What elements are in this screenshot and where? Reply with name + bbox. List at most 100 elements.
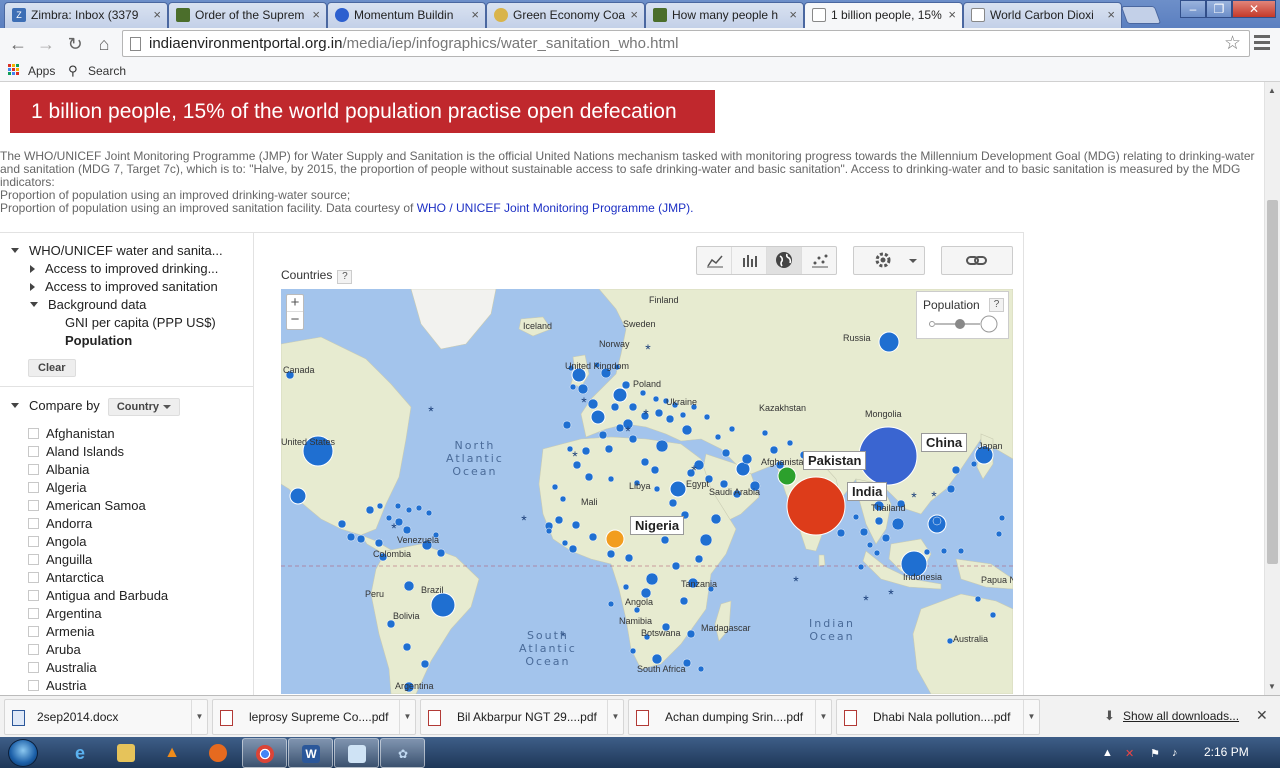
- forward-icon[interactable]: →: [35, 33, 57, 55]
- bookmark-star-icon[interactable]: ☆: [1224, 31, 1241, 56]
- checkbox[interactable]: [28, 590, 39, 601]
- country-bubble[interactable]: [374, 538, 384, 548]
- download-item[interactable]: leprosy Supreme Co....pdf ▼: [212, 699, 416, 735]
- country-bubble[interactable]: [405, 506, 413, 514]
- restore-icon[interactable]: ❐: [1206, 0, 1232, 18]
- checkbox[interactable]: [28, 482, 39, 493]
- country-bubble[interactable]: [651, 653, 663, 665]
- country-bubble[interactable]: [587, 398, 599, 410]
- link-icon[interactable]: [942, 247, 1012, 274]
- country-bubble[interactable]: [590, 409, 606, 425]
- country-bubble[interactable]: [957, 547, 965, 555]
- tree-root[interactable]: WHO/UNICEF water and sanita...: [11, 243, 223, 258]
- country-bubble[interactable]: [714, 433, 722, 441]
- country-bubble[interactable]: [878, 331, 900, 353]
- country-bubble[interactable]: [415, 504, 423, 512]
- country-bubble[interactable]: [932, 516, 942, 526]
- country-bubble[interactable]: [420, 659, 430, 669]
- country-bubble[interactable]: [425, 509, 433, 517]
- country-item[interactable]: American Samoa: [28, 497, 168, 515]
- checkbox[interactable]: [28, 500, 39, 511]
- download-item[interactable]: Bil Akbarpur NGT 29....pdf ▼: [420, 699, 624, 735]
- country-bubble[interactable]: [598, 430, 608, 440]
- no-data-marker[interactable]: *: [428, 403, 434, 419]
- country-bubble[interactable]: [645, 572, 659, 586]
- zoom-out-icon[interactable]: −: [287, 312, 303, 329]
- country-bubble[interactable]: [624, 553, 634, 563]
- tree-item-gni[interactable]: GNI per capita (PPP US$): [65, 315, 216, 330]
- new-tab-button[interactable]: [1120, 6, 1162, 24]
- country-bubble[interactable]: [606, 549, 616, 559]
- no-data-marker[interactable]: *: [391, 520, 397, 536]
- country-bubble[interactable]: [995, 530, 1003, 538]
- checkbox[interactable]: [28, 662, 39, 673]
- country-bubble[interactable]: [588, 532, 598, 542]
- country-bubble[interactable]: [436, 548, 446, 558]
- country-item[interactable]: Andorra: [28, 515, 168, 533]
- tab-how-many-people[interactable]: How many people h ×: [645, 2, 804, 28]
- volume-icon[interactable]: ♪: [1172, 747, 1178, 759]
- country-item[interactable]: Aruba: [28, 641, 168, 659]
- country-bubble[interactable]: [653, 485, 661, 493]
- country-bubble[interactable]: [394, 502, 402, 510]
- network-icon[interactable]: ✕: [1125, 747, 1134, 760]
- no-data-marker[interactable]: *: [521, 512, 527, 528]
- country-bubble[interactable]: [998, 514, 1006, 522]
- country-bubble[interactable]: [622, 583, 630, 591]
- compare-by-dropdown[interactable]: Country: [107, 398, 180, 416]
- bar-chart-icon[interactable]: [732, 247, 767, 274]
- country-bubble[interactable]: [769, 445, 779, 455]
- label-china[interactable]: China: [921, 433, 968, 452]
- close-tab-icon[interactable]: ×: [948, 3, 956, 27]
- help-icon[interactable]: ?: [337, 270, 353, 284]
- tab-green-economy[interactable]: Green Economy Coa ×: [486, 2, 645, 28]
- label-pakistan[interactable]: Pakistan: [803, 451, 867, 470]
- country-bubble[interactable]: [786, 439, 794, 447]
- close-tab-icon[interactable]: ×: [471, 3, 479, 27]
- close-window-icon[interactable]: ✕: [1232, 0, 1276, 18]
- taskbar-app[interactable]: ✿: [380, 738, 425, 768]
- chevron-down-icon[interactable]: ▼: [815, 700, 831, 734]
- country-bubble[interactable]: [697, 665, 705, 673]
- taskbar-vlc[interactable]: ▲: [150, 738, 195, 768]
- country-bubble[interactable]: [403, 580, 415, 592]
- country-bubble[interactable]: [665, 414, 675, 424]
- country-bubble[interactable]: [289, 487, 307, 505]
- country-bubble[interactable]: [569, 383, 577, 391]
- country-item[interactable]: Angola: [28, 533, 168, 551]
- taskbar-notepad[interactable]: [334, 738, 379, 768]
- country-bubble[interactable]: [652, 395, 660, 403]
- country-bubble[interactable]: [629, 647, 637, 655]
- back-icon[interactable]: ←: [7, 33, 29, 55]
- country-bubble[interactable]: [728, 425, 736, 433]
- country-bubble[interactable]: [386, 619, 396, 629]
- tree-item-sanitation[interactable]: Access to improved sanitation: [30, 279, 218, 294]
- country-bubble[interactable]: [612, 387, 628, 403]
- country-bubble[interactable]: [710, 513, 722, 525]
- settings-gear-icon[interactable]: [854, 247, 924, 274]
- country-bubble[interactable]: [974, 595, 982, 603]
- tree-item-drinking-water[interactable]: Access to improved drinking...: [30, 261, 218, 276]
- label-india[interactable]: India: [847, 482, 888, 501]
- country-bubble[interactable]: [365, 505, 375, 515]
- country-bubble[interactable]: [721, 448, 731, 458]
- country-bubble[interactable]: [668, 498, 678, 508]
- country-bubble[interactable]: [989, 611, 997, 619]
- country-item[interactable]: Armenia: [28, 623, 168, 641]
- country-bubble[interactable]: [866, 541, 874, 549]
- checkbox[interactable]: [28, 554, 39, 565]
- taskbar-ie[interactable]: e: [58, 738, 103, 768]
- no-data-marker[interactable]: *: [888, 586, 894, 602]
- country-bubble[interactable]: [562, 420, 572, 430]
- close-tab-icon[interactable]: ×: [312, 3, 320, 27]
- label-nigeria[interactable]: Nigeria: [630, 516, 685, 535]
- country-item[interactable]: Anguilla: [28, 551, 168, 569]
- no-data-marker[interactable]: *: [793, 573, 799, 589]
- country-bubble[interactable]: [615, 423, 625, 433]
- country-bubble[interactable]: [568, 544, 578, 554]
- pakistan-bubble[interactable]: [777, 466, 797, 486]
- close-tab-icon[interactable]: ×: [630, 3, 638, 27]
- country-bubble[interactable]: [551, 483, 559, 491]
- country-bubble[interactable]: [679, 411, 687, 419]
- country-bubble[interactable]: [852, 513, 860, 521]
